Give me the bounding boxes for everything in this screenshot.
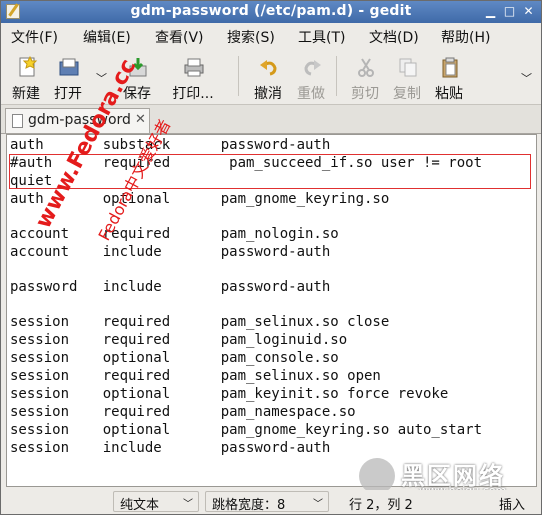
language-selector[interactable]: 纯文本 ﹀ xyxy=(113,491,199,513)
gedit-window: gdm-password (/etc/pam.d) - gedit ▁ □ ✕ … xyxy=(0,0,542,515)
editor-line: account include password-auth xyxy=(10,244,331,260)
undo-button[interactable]: 撤消 xyxy=(246,52,290,102)
editor-line: session required pam_selinux.so close xyxy=(10,314,390,330)
toolbar-separator xyxy=(336,56,337,96)
insert-mode: 插入 xyxy=(499,498,526,513)
scissors-icon xyxy=(358,58,374,77)
menu-tools[interactable]: 工具(T) xyxy=(298,27,345,47)
language-value: 纯文本 xyxy=(120,498,160,513)
redo-button[interactable]: 重做 xyxy=(289,52,333,102)
editor-line: session include password-auth xyxy=(10,440,331,456)
menu-documents[interactable]: 文档(D) xyxy=(369,27,419,47)
open-folder-icon xyxy=(59,58,79,76)
document-icon xyxy=(12,114,23,128)
tab-width-value: 8 xyxy=(277,498,286,513)
minimize-icon[interactable]: ▁ xyxy=(483,4,498,19)
paste-button[interactable]: 粘贴 xyxy=(427,52,471,102)
chevron-down-icon: ﹀ xyxy=(183,499,193,510)
toolbar-overflow-icon[interactable]: ﹀ xyxy=(521,70,532,86)
menu-edit[interactable]: 编辑(E) xyxy=(83,27,131,47)
menu-bar: 文件(F) 编辑(E) 查看(V) 搜索(S) 工具(T) 文档(D) 帮助(H… xyxy=(1,23,541,47)
status-bar: 纯文本 ﹀ 跳格宽度：8 ﹀ 行 2，列 2 插入 xyxy=(1,490,541,514)
cursor-position: 行 2，列 2 xyxy=(349,498,413,513)
menu-file[interactable]: 文件(F) xyxy=(11,27,58,47)
redo-icon xyxy=(304,60,321,76)
redo-button-label: 重做 xyxy=(297,86,325,102)
tab-width-selector[interactable]: 跳格宽度：8 ﹀ xyxy=(205,491,329,513)
tab-width-label: 跳格宽度： xyxy=(212,498,278,513)
editor-line: session optional pam_console.so xyxy=(10,350,339,366)
close-tab-icon[interactable]: ✕ xyxy=(135,112,146,127)
new-document-icon xyxy=(19,56,38,77)
maximize-icon[interactable]: □ xyxy=(502,4,517,19)
title-bar[interactable]: gdm-password (/etc/pam.d) - gedit ▁ □ ✕ xyxy=(1,1,541,23)
close-window-icon[interactable]: ✕ xyxy=(521,4,536,19)
toolbar: 新建 打开 ﹀ 保存 打印... 撤消 重做 剪切 复制 粘贴 ﹀ xyxy=(1,48,541,105)
text-editor[interactable]: auth substack password-auth #auth requir… xyxy=(6,134,537,487)
paste-button-label: 粘贴 xyxy=(435,86,463,102)
chevron-down-icon: ﹀ xyxy=(313,499,323,510)
editor-line: session required pam_namespace.so xyxy=(10,404,356,420)
tab-gdm-password[interactable]: gdm-password ✕ xyxy=(5,108,150,133)
editor-line: session optional pam_keyinit.so force re… xyxy=(10,386,449,402)
editor-line: session required pam_selinux.so open xyxy=(10,368,381,384)
paste-icon xyxy=(442,57,458,78)
open-button[interactable]: 打开 xyxy=(46,52,90,102)
print-icon xyxy=(184,58,204,77)
print-button[interactable]: 打印... xyxy=(171,52,215,102)
menu-view[interactable]: 查看(V) xyxy=(155,27,204,47)
open-button-label: 打开 xyxy=(54,86,82,102)
window-title: gdm-password (/etc/pam.d) - gedit xyxy=(130,3,412,19)
menu-search[interactable]: 搜索(S) xyxy=(227,27,275,47)
brand-logo-icon xyxy=(359,458,395,494)
toolbar-separator xyxy=(238,56,239,96)
print-button-label: 打印... xyxy=(172,86,214,102)
editor-line: session required pam_loginuid.so xyxy=(10,332,348,348)
menu-help[interactable]: 帮助(H) xyxy=(441,27,490,47)
copy-icon xyxy=(399,58,417,77)
editor-line: account required pam_nologin.so xyxy=(10,226,339,242)
editor-line: session optional pam_gnome_keyring.so au… xyxy=(10,422,483,438)
undo-icon xyxy=(260,60,277,76)
editor-line: password include password-auth xyxy=(10,279,331,295)
editor-line: auth substack password-auth xyxy=(10,137,331,153)
